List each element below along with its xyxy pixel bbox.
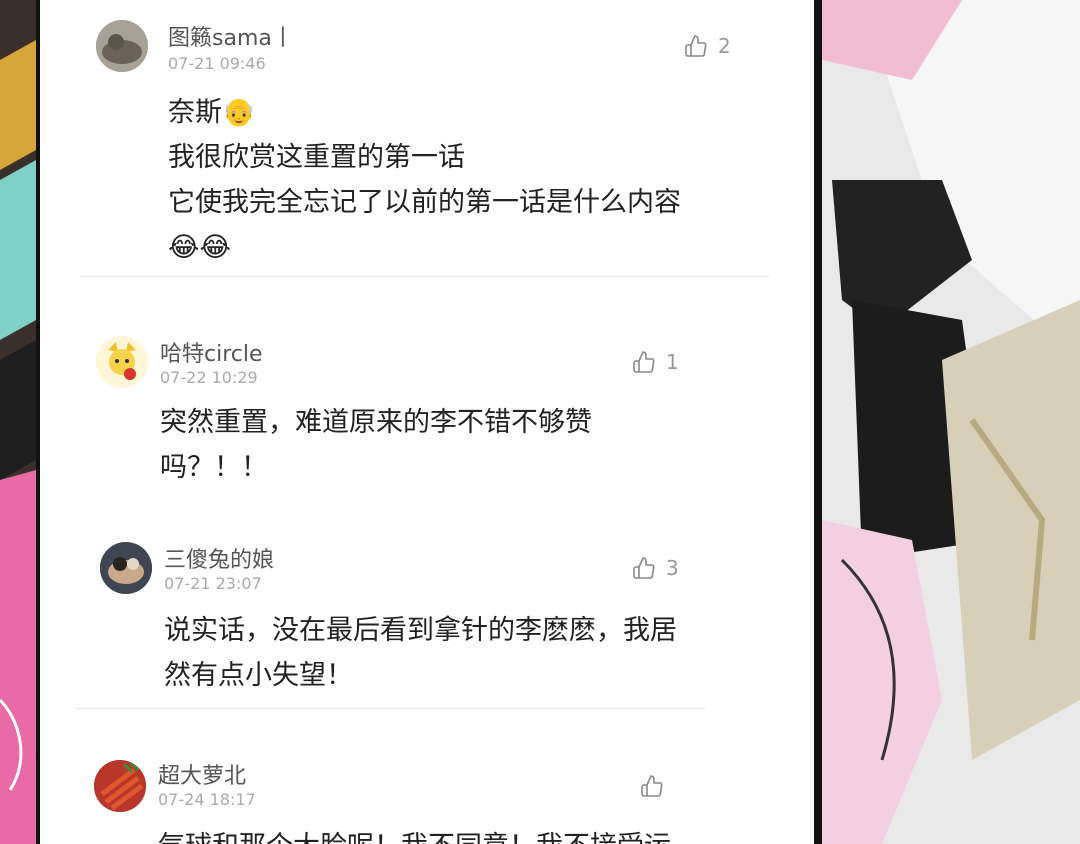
comment-body: 突然重置，难道原来的李不错不够赞 吗？！！	[160, 400, 592, 490]
avatar[interactable]	[94, 760, 146, 812]
avatar[interactable]	[100, 542, 152, 594]
avatar[interactable]	[96, 336, 148, 388]
background-art-left	[0, 0, 36, 844]
background-art-right	[822, 0, 1080, 844]
comment-item: 超大萝北 07-24 18:17 气球和那个大脸呢！我不同意！我不接受运	[40, 756, 814, 844]
comment-username[interactable]: 三傻兔的娘	[164, 542, 274, 574]
comment-line: 吗？！！	[160, 452, 268, 483]
comment-timestamp: 07-21 23:07	[164, 574, 262, 593]
comment-line: 说实话，没在最后看到拿针的李麽麽，我居	[164, 615, 677, 646]
like-count: 2	[718, 34, 731, 58]
comment-list[interactable]: 图籁sama丨 07-21 09:46 2 奈斯👴 我很欣赏这重置的第一话 它使…	[36, 0, 822, 844]
like-button[interactable]: 1	[632, 350, 679, 374]
like-button[interactable]: 2	[684, 34, 731, 58]
comment-line: 奈斯👴	[168, 97, 256, 128]
like-button[interactable]: 3	[632, 556, 679, 580]
comment-line: 然有点小失望！	[164, 660, 353, 691]
comment-body: 说实话，没在最后看到拿针的李麽麽，我居 然有点小失望！	[164, 608, 677, 698]
like-count: 3	[666, 556, 679, 580]
like-count: 1	[666, 350, 679, 374]
comment-username[interactable]: 超大萝北	[158, 758, 246, 790]
divider	[80, 276, 770, 277]
comment-timestamp: 07-21 09:46	[168, 54, 266, 73]
comment-line: 气球和那个大脸呢！我不同意！我不接受运	[158, 824, 671, 844]
comment-item: 哈特circle 07-22 10:29 1 突然重置，难道原来的李不错不够赞 …	[40, 330, 814, 500]
comment-body: 气球和那个大脸呢！我不同意！我不接受运	[158, 824, 671, 844]
thumbs-up-icon	[633, 351, 655, 373]
thumbs-up-icon	[641, 775, 663, 797]
comment-item: 图籁sama丨 07-21 09:46 2 奈斯👴 我很欣赏这重置的第一话 它使…	[40, 0, 814, 290]
comment-timestamp: 07-22 10:29	[160, 368, 258, 387]
thumbs-up-icon	[685, 35, 707, 57]
like-button[interactable]	[640, 774, 674, 798]
thumbs-up-icon	[633, 557, 655, 579]
comment-line: 😂😂	[168, 232, 232, 263]
comment-line: 我很欣赏这重置的第一话	[168, 142, 465, 173]
comment-timestamp: 07-24 18:17	[158, 790, 256, 809]
comment-line: 突然重置，难道原来的李不错不够赞	[160, 407, 592, 438]
comment-username[interactable]: 哈特circle	[160, 336, 263, 368]
comment-body: 奈斯👴 我很欣赏这重置的第一话 它使我完全忘记了以前的第一话是什么内容 😂😂	[168, 90, 681, 270]
divider	[76, 708, 706, 709]
comment-username[interactable]: 图籁sama丨	[168, 20, 294, 52]
comment-line: 它使我完全忘记了以前的第一话是什么内容	[168, 187, 681, 218]
avatar[interactable]	[96, 20, 148, 72]
comment-item: 三傻兔的娘 07-21 23:07 3 说实话，没在最后看到拿针的李麽麽，我居 …	[40, 538, 814, 708]
